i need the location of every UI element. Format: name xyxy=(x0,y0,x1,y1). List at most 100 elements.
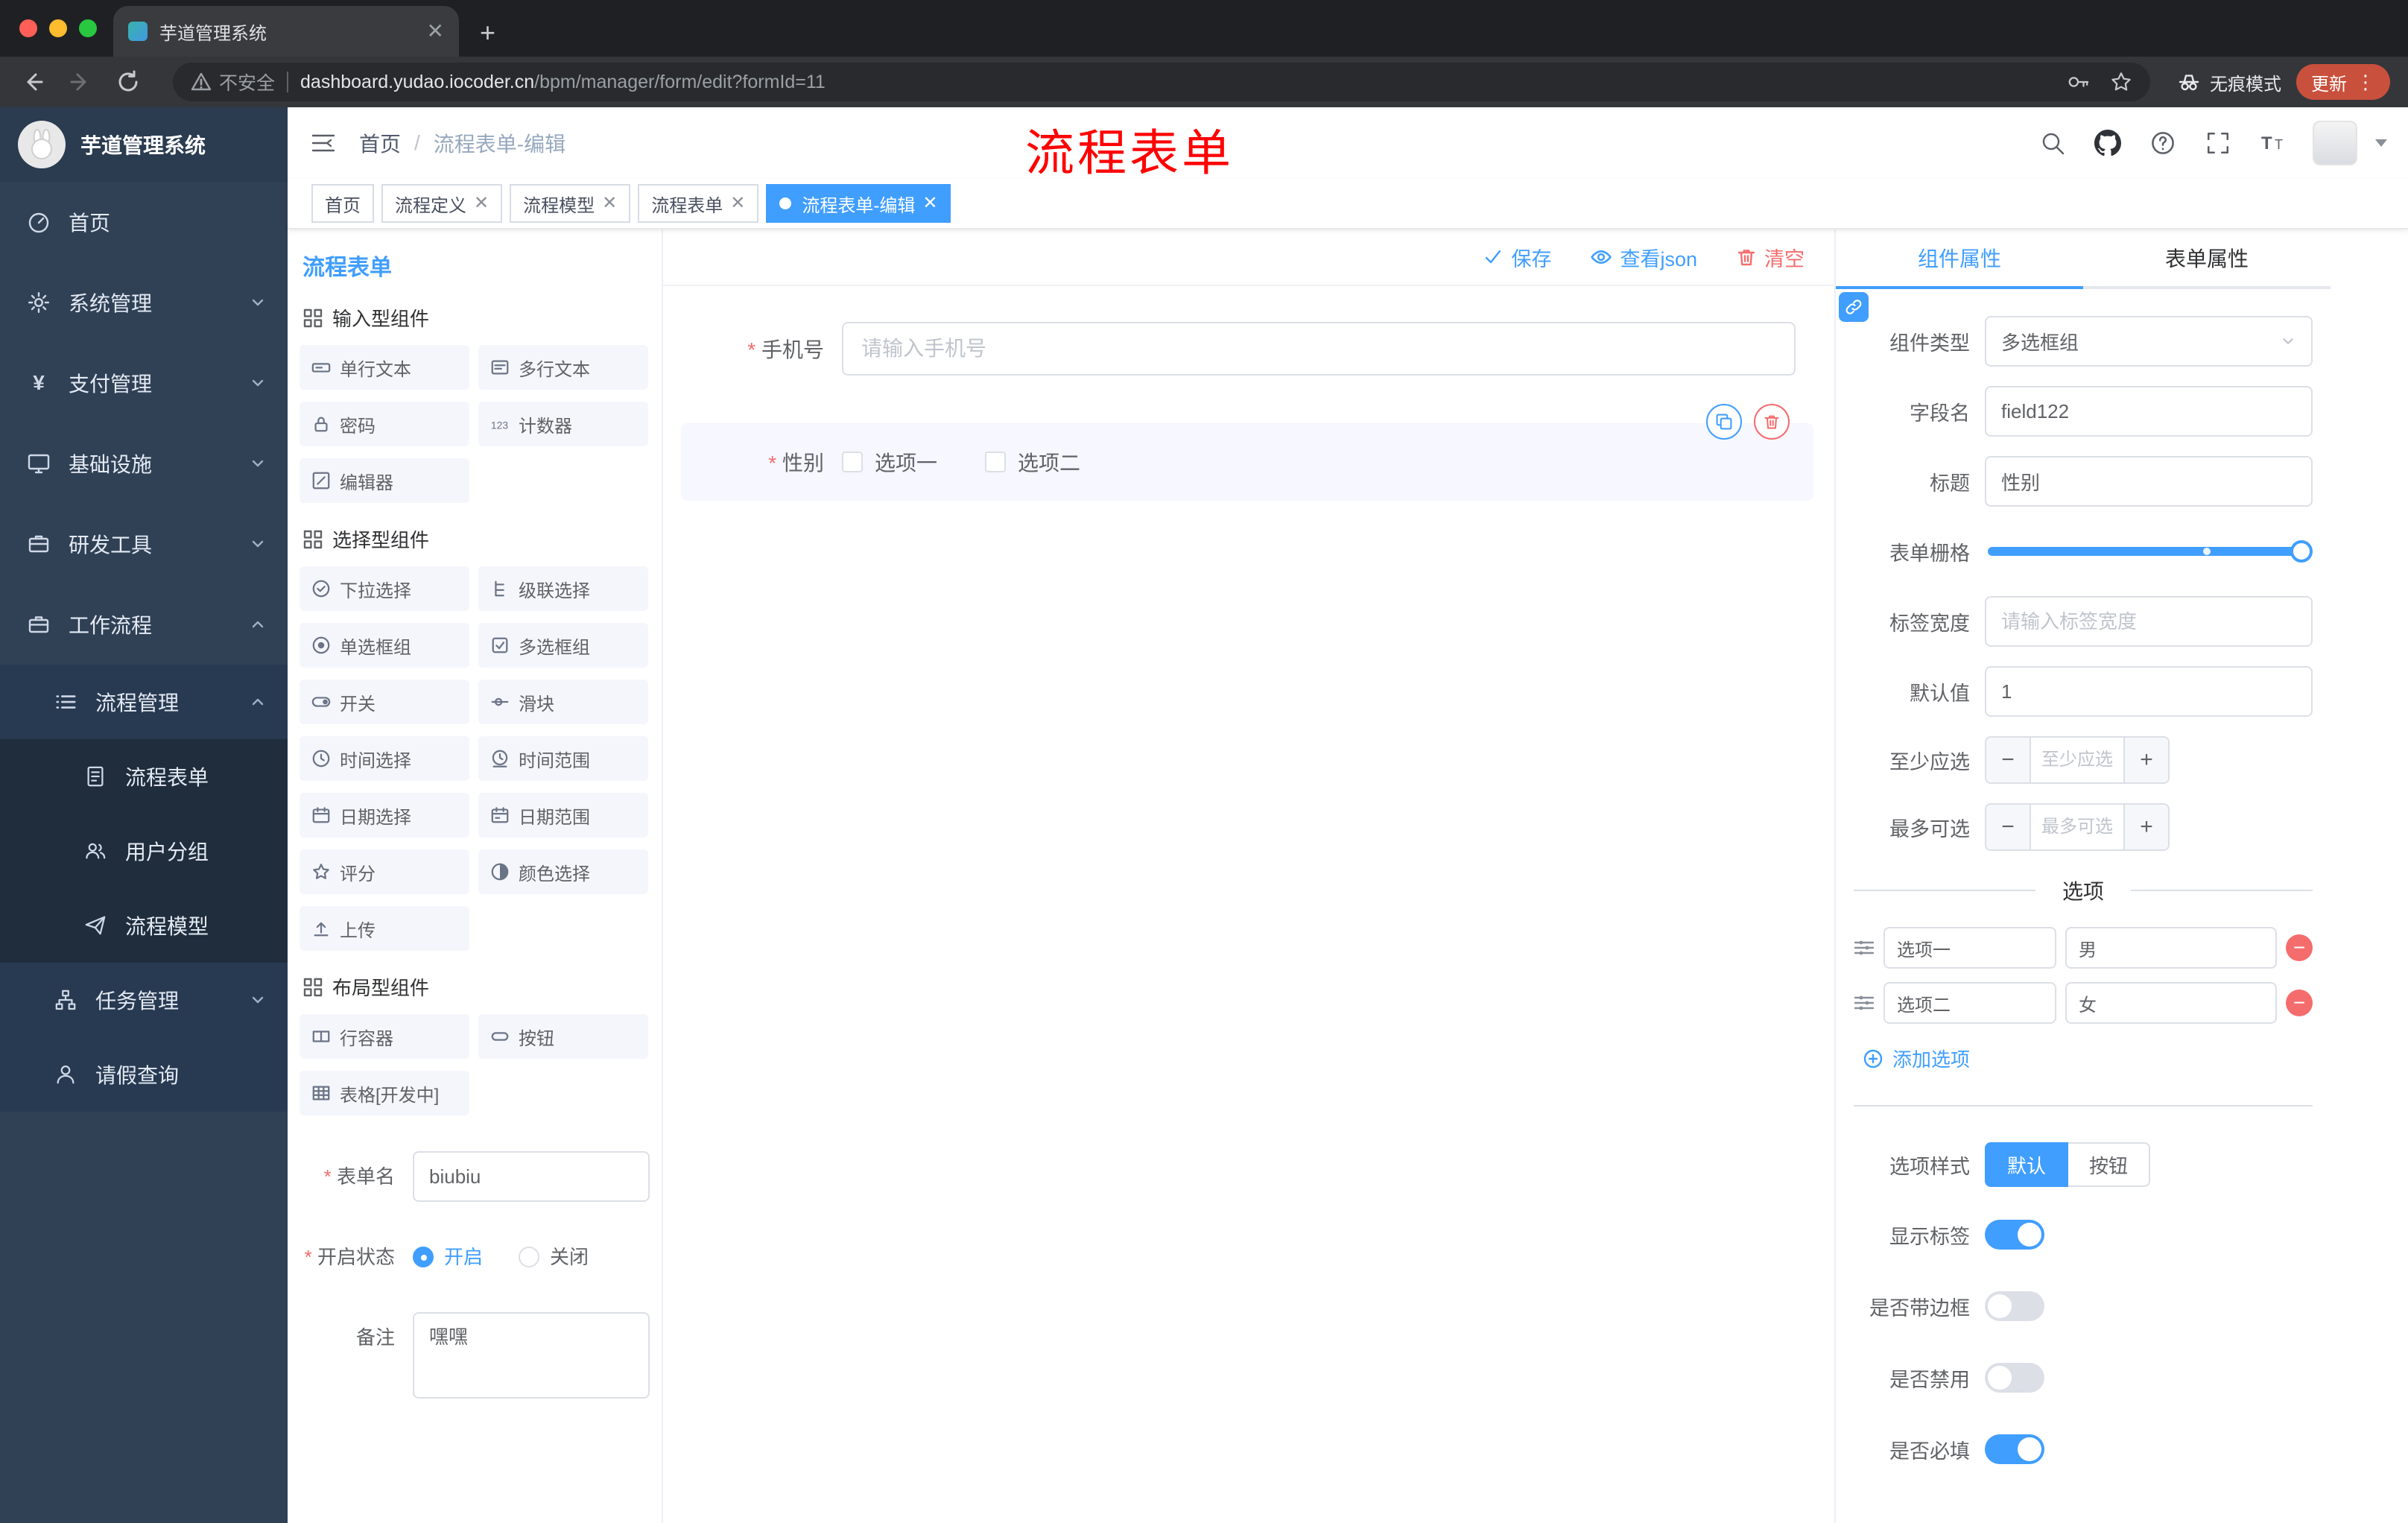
status-radio-off[interactable]: 关闭 xyxy=(519,1232,589,1282)
remove-option-button[interactable]: − xyxy=(2286,934,2313,961)
tag-close-icon[interactable]: ✕ xyxy=(730,194,745,212)
tab-component-properties[interactable]: 组件属性 xyxy=(1836,229,2083,289)
slider-handle[interactable] xyxy=(2290,540,2313,563)
copy-component-button[interactable] xyxy=(1706,404,1742,440)
increase-button[interactable]: + xyxy=(2125,738,2168,782)
breadcrumb-home[interactable]: 首页 xyxy=(359,128,401,158)
back-icon[interactable] xyxy=(18,67,48,97)
style-button-button[interactable]: 按钮 xyxy=(2068,1142,2151,1187)
view-json-button[interactable]: 查看json xyxy=(1590,243,1697,272)
title-input[interactable] xyxy=(1985,456,2313,507)
drag-handle-icon[interactable] xyxy=(1854,937,1875,958)
help-icon[interactable] xyxy=(2138,118,2187,168)
palette-item-table[interactable]: 表格[开发中] xyxy=(300,1071,469,1115)
anchor-link-icon[interactable] xyxy=(1839,292,1869,322)
required-toggle[interactable] xyxy=(1985,1434,2044,1464)
status-radio-on[interactable]: 开启 xyxy=(413,1232,483,1282)
security-label[interactable]: 不安全 xyxy=(219,69,275,95)
palette-item-date-picker[interactable]: 日期选择 xyxy=(300,793,469,838)
sidebar-item-user-group[interactable]: 用户分组 xyxy=(0,814,288,888)
palette-item-single-line-text[interactable]: 单行文本 xyxy=(300,345,469,390)
user-avatar[interactable] xyxy=(2313,121,2357,165)
form-grid-slider[interactable] xyxy=(1988,540,2313,563)
show-label-toggle[interactable] xyxy=(1985,1220,2044,1250)
option-value-input[interactable] xyxy=(2065,927,2277,969)
tab-close-icon[interactable]: ✕ xyxy=(427,21,444,42)
forward-icon[interactable] xyxy=(66,67,95,97)
palette-item-time-picker[interactable]: 时间选择 xyxy=(300,736,469,781)
field-name-input[interactable] xyxy=(1985,386,2313,437)
option-name-input[interactable] xyxy=(1883,927,2056,969)
clear-button[interactable]: 清空 xyxy=(1736,243,1805,272)
sidebar-toggle-icon[interactable] xyxy=(288,130,359,156)
decrease-button[interactable]: − xyxy=(1986,738,2030,782)
canvas-field-phone[interactable]: 手机号 xyxy=(681,322,1813,376)
tag-close-icon[interactable]: ✕ xyxy=(922,194,937,212)
canvas-field-gender-selected[interactable]: 性别 选项一 选项二 xyxy=(681,404,1813,501)
palette-item-rate[interactable]: 评分 xyxy=(300,849,469,894)
security-warning-icon[interactable] xyxy=(191,72,212,92)
palette-item-cascader[interactable]: 级联选择 xyxy=(478,566,648,611)
option-name-input[interactable] xyxy=(1883,982,2056,1024)
remove-option-button[interactable]: − xyxy=(2286,990,2313,1016)
browser-menu-icon[interactable]: ⋮ xyxy=(2356,71,2375,94)
tag-close-icon[interactable]: ✕ xyxy=(474,194,489,212)
palette-item-date-range[interactable]: 日期范围 xyxy=(478,793,648,838)
palette-item-checkbox-group[interactable]: 多选框组 xyxy=(478,623,648,668)
avatar-caret-down-icon[interactable] xyxy=(2375,139,2387,147)
form-remark-textarea[interactable]: 嘿嘿 xyxy=(413,1312,650,1399)
tag-process-form-edit[interactable]: 流程表单-编辑 ✕ xyxy=(766,184,951,223)
default-value-input[interactable] xyxy=(1985,666,2313,717)
delete-component-button[interactable] xyxy=(1754,404,1790,440)
bookmark-star-icon[interactable] xyxy=(2110,71,2132,93)
sidebar-item-workflow[interactable]: 工作流程 xyxy=(0,584,288,665)
sidebar-item-leave-query[interactable]: 请假查询 xyxy=(0,1037,288,1112)
palette-item-counter[interactable]: 123 计数器 xyxy=(478,402,648,446)
border-toggle[interactable] xyxy=(1985,1291,2044,1321)
tag-close-icon[interactable]: ✕ xyxy=(602,194,617,212)
palette-item-select[interactable]: 下拉选择 xyxy=(300,566,469,611)
sidebar-item-process-model[interactable]: 流程模型 xyxy=(0,888,288,963)
sidebar-item-infrastructure[interactable]: 基础设施 xyxy=(0,423,288,504)
min-select-input[interactable] xyxy=(2030,738,2125,782)
reload-icon[interactable] xyxy=(113,67,143,97)
palette-item-multi-line-text[interactable]: 多行文本 xyxy=(478,345,648,390)
password-key-icon[interactable] xyxy=(2067,71,2089,93)
new-tab-button[interactable]: + xyxy=(480,19,495,46)
palette-item-switch[interactable]: 开关 xyxy=(300,680,469,724)
fullscreen-icon[interactable] xyxy=(2193,118,2243,168)
component-type-select[interactable]: 多选框组 xyxy=(1985,316,2313,367)
tab-form-properties[interactable]: 表单属性 xyxy=(2083,229,2331,286)
palette-item-time-range[interactable]: 时间范围 xyxy=(478,736,648,781)
palette-item-row-container[interactable]: 行容器 xyxy=(300,1014,469,1059)
phone-input[interactable] xyxy=(842,322,1796,376)
sidebar-item-home[interactable]: 首页 xyxy=(0,182,288,262)
gender-option-1[interactable]: 选项一 xyxy=(842,447,937,477)
url-domain[interactable]: dashboard.yudao.iocoder.cn xyxy=(300,72,534,93)
palette-item-upload[interactable]: 上传 xyxy=(300,906,469,951)
palette-item-button[interactable]: 按钮 xyxy=(478,1014,648,1059)
sidebar-item-system[interactable]: 系统管理 xyxy=(0,262,288,343)
font-size-icon[interactable]: TT xyxy=(2249,118,2298,168)
gender-option-2[interactable]: 选项二 xyxy=(985,447,1080,477)
drag-handle-icon[interactable] xyxy=(1854,992,1875,1013)
browser-tab[interactable]: 芋道管理系统 ✕ xyxy=(113,6,459,57)
form-name-input[interactable] xyxy=(413,1151,650,1202)
tag-process-model[interactable]: 流程模型 ✕ xyxy=(510,184,631,223)
zoom-window-button[interactable] xyxy=(79,19,97,37)
checkbox-icon[interactable] xyxy=(985,452,1007,472)
minimize-window-button[interactable] xyxy=(49,19,67,37)
sidebar-item-payment[interactable]: ¥ 支付管理 xyxy=(0,343,288,423)
option-value-input[interactable] xyxy=(2065,982,2277,1024)
address-bar[interactable]: 不安全 dashboard.yudao.iocoder.cn/bpm/manag… xyxy=(173,63,2150,101)
label-width-input[interactable] xyxy=(1985,596,2313,647)
palette-item-color-picker[interactable]: 颜色选择 xyxy=(478,849,648,894)
max-select-input[interactable] xyxy=(2030,805,2125,849)
tag-process-definition[interactable]: 流程定义 ✕ xyxy=(381,184,503,223)
sidebar-item-process-form[interactable]: 流程表单 xyxy=(0,739,288,814)
palette-item-password[interactable]: 密码 xyxy=(300,402,469,446)
add-option-button[interactable]: 添加选项 xyxy=(1863,1045,2313,1072)
style-default-button[interactable]: 默认 xyxy=(1985,1142,2069,1187)
palette-item-editor[interactable]: 编辑器 xyxy=(300,458,469,503)
decrease-button[interactable]: − xyxy=(1986,805,2030,849)
